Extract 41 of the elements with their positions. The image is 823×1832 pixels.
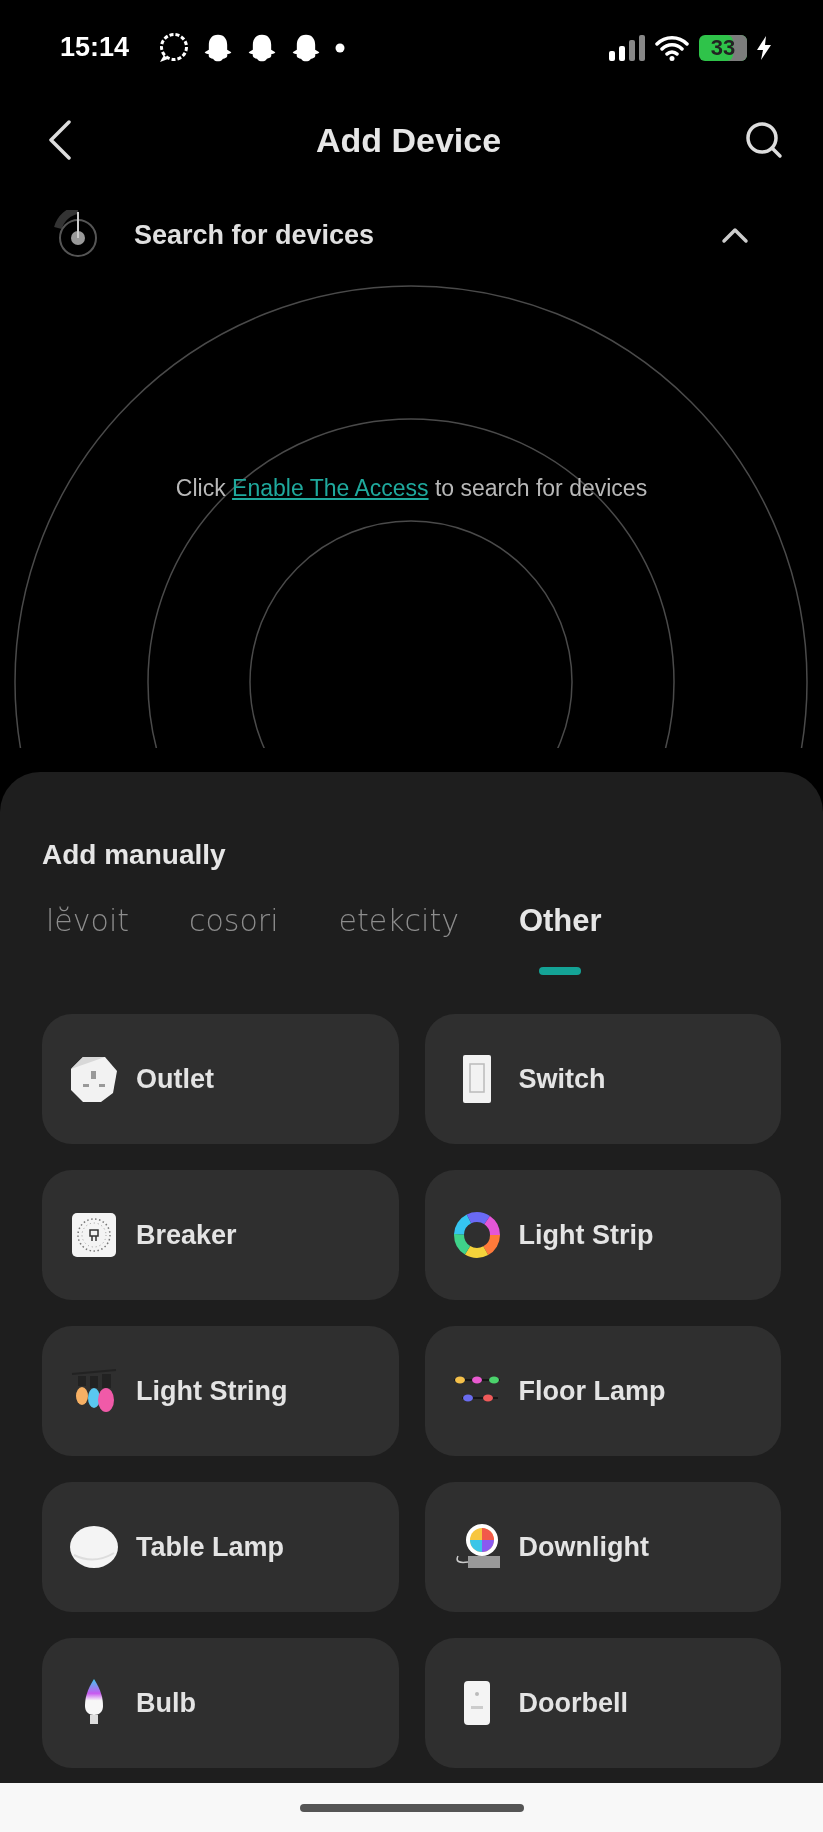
device-button[interactable]: Breaker xyxy=(42,1170,399,1300)
clock: 15:14 xyxy=(60,32,130,63)
brand-tab[interactable]: Other xyxy=(514,901,606,983)
device-button[interactable]: Outlet xyxy=(42,1014,399,1144)
ring-icon xyxy=(452,1211,501,1259)
chevron-up-icon[interactable] xyxy=(721,225,749,245)
doorbell-icon xyxy=(462,1680,491,1726)
home-indicator[interactable] xyxy=(299,1803,524,1812)
page-title: Add Device xyxy=(315,120,502,160)
ghost-icon xyxy=(291,32,322,63)
plug-icon xyxy=(69,1054,119,1104)
search-icon[interactable] xyxy=(745,121,783,159)
ghost-icon xyxy=(247,32,278,63)
access-message: Click Enable The Access to search for devices xyxy=(174,475,649,502)
device-button[interactable]: Doorbell xyxy=(424,1638,781,1768)
lamp-icon xyxy=(69,1525,119,1569)
bulbs-icon xyxy=(70,1368,118,1414)
device-button[interactable]: Bulb xyxy=(42,1638,399,1768)
device-button[interactable]: Light Strip xyxy=(424,1170,781,1300)
ghost-icon xyxy=(203,32,234,63)
chat-icon xyxy=(157,31,190,64)
switch-icon xyxy=(461,1054,492,1104)
device-button[interactable]: Switch xyxy=(424,1014,781,1144)
brand-tab[interactable]: lĕvoit xyxy=(42,901,133,983)
enable-access-link[interactable]: Enable The Access xyxy=(232,475,429,501)
dot-icon xyxy=(335,42,346,53)
breaker-icon xyxy=(71,1212,117,1258)
device-button[interactable]: Floor Lamp xyxy=(424,1326,781,1456)
back-icon[interactable] xyxy=(48,120,72,160)
battery-icon: 33 xyxy=(699,34,747,61)
wifi-icon xyxy=(655,34,689,61)
brand-tab[interactable]: etekcity xyxy=(334,901,463,983)
section-title: Add manually xyxy=(42,839,227,872)
tab-indicator xyxy=(539,967,582,975)
device-button[interactable]: Table Lamp xyxy=(42,1482,399,1612)
brand-tab[interactable]: cosori xyxy=(185,901,283,983)
signal-icon xyxy=(609,34,645,61)
device-button[interactable]: Downlight xyxy=(424,1482,781,1612)
device-button[interactable]: Light String xyxy=(42,1326,399,1456)
section-label: Search for devices xyxy=(134,219,376,251)
radar-icon xyxy=(54,210,100,260)
